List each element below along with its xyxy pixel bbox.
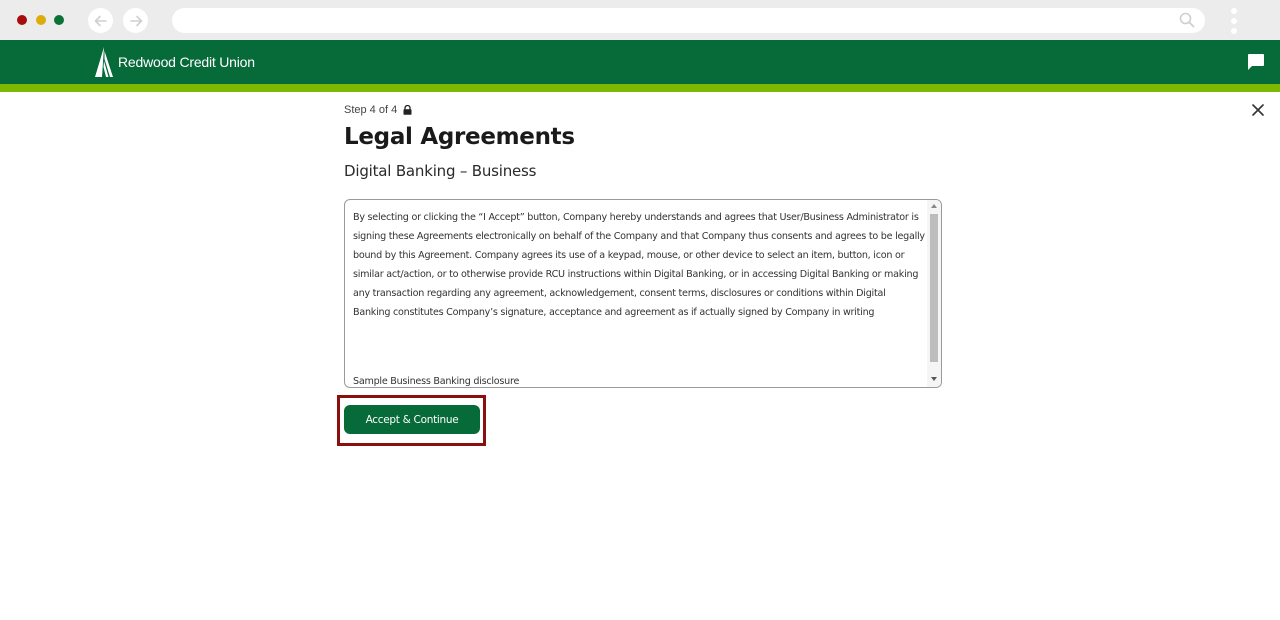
accept-continue-button[interactable]: Accept & Continue: [344, 405, 480, 434]
site-header: Redwood Credit Union: [0, 40, 1280, 84]
page-subtitle: Digital Banking – Business: [344, 162, 537, 180]
arrow-left-icon: [94, 15, 107, 26]
step-indicator: Step 4 of 4: [344, 102, 942, 117]
menu-dot-icon: [1231, 18, 1237, 24]
search-icon[interactable]: [1179, 12, 1195, 28]
page-title: Legal Agreements: [344, 124, 575, 150]
window-maximize-dot[interactable]: [54, 15, 64, 25]
legal-agreements-panel: Step 4 of 4 Legal Agreements Digital Ban…: [344, 102, 942, 388]
agreement-scrollbar[interactable]: [927, 200, 941, 387]
scroll-up-arrow-icon[interactable]: [931, 204, 937, 208]
agreement-next-section: Sample Business Banking disclosure: [353, 376, 520, 387]
arrow-right-icon: [129, 15, 142, 26]
browser-toolbar: [0, 0, 1280, 40]
scrollbar-thumb[interactable]: [930, 214, 938, 362]
window-close-dot[interactable]: [17, 15, 27, 25]
header-accent-stripe: [0, 84, 1280, 92]
agreement-text: By selecting or clicking the “I Accept” …: [353, 212, 925, 318]
forward-button[interactable]: [123, 8, 148, 33]
close-icon: [1252, 104, 1264, 116]
agreement-text-area[interactable]: By selecting or clicking the “I Accept” …: [344, 199, 942, 388]
step-label: Step 4 of 4: [344, 103, 398, 116]
brand-logo[interactable]: Redwood Credit Union: [94, 46, 255, 78]
brand-name: Redwood Credit Union: [118, 54, 255, 70]
lock-icon: [403, 104, 412, 115]
browser-menu-button[interactable]: [1230, 8, 1238, 34]
close-button[interactable]: [1250, 102, 1266, 118]
menu-dot-icon: [1231, 8, 1237, 14]
menu-dot-icon: [1231, 28, 1237, 34]
scroll-down-arrow-icon[interactable]: [931, 377, 937, 381]
back-button[interactable]: [88, 8, 113, 33]
window-minimize-dot[interactable]: [36, 15, 46, 25]
address-bar[interactable]: [172, 8, 1205, 33]
redwood-tree-logo-icon: [95, 47, 113, 77]
chat-icon[interactable]: [1246, 53, 1265, 71]
